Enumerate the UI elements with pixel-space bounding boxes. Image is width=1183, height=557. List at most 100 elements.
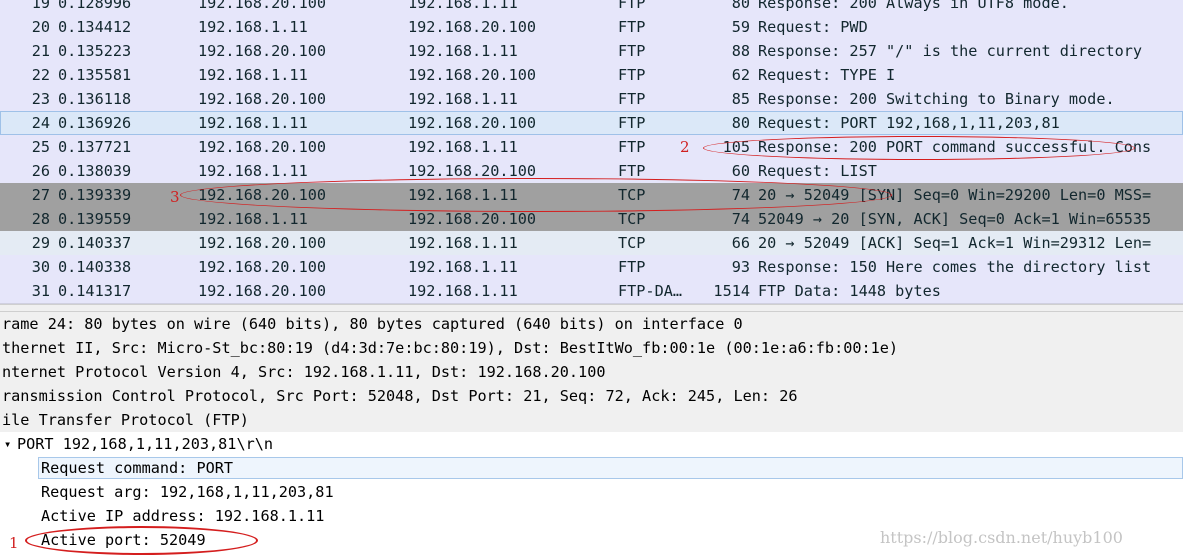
packet-proto: FTP [618, 258, 646, 276]
packet-src: 192.168.20.100 [198, 186, 327, 204]
packet-info: Response: 257 "/" is the current directo… [758, 42, 1143, 60]
detail-frame[interactable]: rame 24: 80 bytes on wire (640 bits), 80… [0, 312, 1183, 336]
packet-info: Response: 200 PORT command successful. C… [758, 138, 1152, 156]
pane-splitter[interactable] [0, 304, 1183, 312]
detail-active-ip[interactable]: Active IP address: 192.168.1.11 [0, 504, 1183, 528]
packet-row[interactable]: 29 0.140337 192.168.20.100 192.168.1.11 TCP 6… [0, 231, 1183, 255]
packet-src: 192.168.20.100 [198, 258, 327, 276]
packet-proto: FTP [618, 42, 646, 60]
packet-time: 0.139339 [58, 186, 132, 204]
packet-time: 0.135223 [58, 42, 132, 60]
packet-proto: TCP [618, 186, 646, 204]
packet-no: 27 [31, 186, 50, 204]
packet-dst: 192.168.1.11 [408, 42, 518, 60]
packet-info: Request: PWD [758, 18, 868, 36]
packet-dst: 192.168.1.11 [408, 186, 518, 204]
packet-src: 192.168.1.11 [198, 210, 308, 228]
packet-len: 88 [731, 42, 750, 60]
packet-src: 192.168.1.11 [198, 18, 308, 36]
watermark: https://blog.csdn.net/huyb100 [880, 528, 1123, 547]
packet-dst: 192.168.1.11 [408, 90, 518, 108]
packet-time: 0.141317 [58, 282, 132, 300]
detail-request-arg[interactable]: Request arg: 192,168,1,11,203,81 [0, 480, 1183, 504]
packet-row[interactable]: 26 0.138039 192.168.1.11 192.168.20.100 FTP 6… [0, 159, 1183, 183]
packet-row[interactable]: 24 0.136926 192.168.1.11 192.168.20.100 FTP 8… [0, 111, 1183, 135]
packet-src: 192.168.20.100 [198, 234, 327, 252]
packet-no: 19 [31, 0, 50, 12]
packet-src: 192.168.1.11 [198, 162, 308, 180]
packet-len: 74 [731, 186, 750, 204]
packet-src: 192.168.20.100 [198, 90, 327, 108]
expand-arrow-icon[interactable]: ▾ [4, 432, 11, 456]
packet-len: 85 [731, 90, 750, 108]
detail-port-line[interactable]: ▾ PORT 192,168,1,11,203,81\r\n [0, 432, 1183, 456]
packet-dst: 192.168.20.100 [408, 18, 537, 36]
detail-active-port-text: Active port: 52049 [41, 531, 206, 549]
packet-len: 59 [731, 18, 750, 36]
packet-dst: 192.168.1.11 [408, 138, 518, 156]
packet-len: 80 [731, 114, 750, 132]
packet-proto: FTP-DA… [618, 282, 683, 300]
packet-src: 192.168.20.100 [198, 0, 327, 12]
packet-len: 74 [731, 210, 750, 228]
packet-time: 0.134412 [58, 18, 132, 36]
packet-proto: FTP [618, 0, 646, 12]
detail-request-command-text: Request command: PORT [41, 459, 234, 477]
packet-row[interactable]: 20 0.134412 192.168.1.11 192.168.20.100 FTP 5… [0, 15, 1183, 39]
packet-dst: 192.168.20.100 [408, 162, 537, 180]
packet-info: Request: TYPE I [758, 66, 896, 84]
packet-len: 62 [731, 66, 750, 84]
annotation-label-3: 3 [170, 188, 180, 206]
detail-ethernet[interactable]: thernet II, Src: Micro-St_bc:80:19 (d4:3… [0, 336, 1183, 360]
packet-proto: FTP [618, 138, 646, 156]
packet-row[interactable]: 19 0.128996 192.168.20.100 192.168.1.11 FTP 8… [0, 0, 1183, 15]
packet-time: 0.128996 [58, 0, 132, 12]
packet-no: 23 [31, 90, 50, 108]
packet-proto: FTP [618, 66, 646, 84]
packet-info: 52049 → 20 [SYN, ACK] Seq=0 Ack=1 Win=65… [758, 210, 1152, 228]
packet-time: 0.140338 [58, 258, 132, 276]
packet-no: 31 [31, 282, 50, 300]
packet-proto: FTP [618, 162, 646, 180]
packet-len: 93 [731, 258, 750, 276]
packet-dst: 192.168.1.11 [408, 258, 518, 276]
packet-time: 0.136926 [58, 114, 132, 132]
packet-src: 192.168.20.100 [198, 282, 327, 300]
packet-info: Response: 200 Always in UTF8 mode. [758, 0, 1069, 12]
detail-frame-text: rame 24: 80 bytes on wire (640 bits), 80… [2, 315, 743, 333]
packet-dst: 192.168.20.100 [408, 114, 537, 132]
packet-no: 20 [31, 18, 50, 36]
packet-len: 105 [722, 138, 750, 156]
packet-dst: 192.168.1.11 [408, 234, 518, 252]
packet-row[interactable]: 23 0.136118 192.168.20.100 192.168.1.11 FTP 8… [0, 87, 1183, 111]
detail-tcp[interactable]: ransmission Control Protocol, Src Port: … [0, 384, 1183, 408]
detail-ftp[interactable]: ile Transfer Protocol (FTP) [0, 408, 1183, 432]
packet-proto: FTP [618, 90, 646, 108]
detail-tcp-text: ransmission Control Protocol, Src Port: … [2, 387, 798, 405]
packet-len: 80 [731, 0, 750, 12]
packet-no: 25 [31, 138, 50, 156]
packet-list[interactable]: 19 0.128996 192.168.20.100 192.168.1.11 FTP 8… [0, 0, 1183, 304]
packet-len: 66 [731, 234, 750, 252]
packet-src: 192.168.20.100 [198, 42, 327, 60]
packet-info: Response: 200 Switching to Binary mode. [758, 90, 1115, 108]
packet-row[interactable]: 25 0.137721 192.168.20.100 192.168.1.11 FTP 1… [0, 135, 1183, 159]
packet-row[interactable]: 28 0.139559 192.168.1.11 192.168.20.100 TCP 7… [0, 207, 1183, 231]
packet-row[interactable]: 30 0.140338 192.168.20.100 192.168.1.11 FTP 9… [0, 255, 1183, 279]
detail-active-ip-text: Active IP address: 192.168.1.11 [41, 507, 325, 525]
packet-proto: TCP [618, 210, 646, 228]
detail-request-command[interactable]: Request command: PORT [0, 456, 1183, 480]
packet-time: 0.140337 [58, 234, 132, 252]
packet-src: 192.168.1.11 [198, 114, 308, 132]
packet-row[interactable]: 21 0.135223 192.168.20.100 192.168.1.11 FTP 8… [0, 39, 1183, 63]
packet-time: 0.135581 [58, 66, 132, 84]
detail-ip[interactable]: nternet Protocol Version 4, Src: 192.168… [0, 360, 1183, 384]
packet-row[interactable]: 22 0.135581 192.168.1.11 192.168.20.100 FTP 6… [0, 63, 1183, 87]
packet-no: 24 [31, 114, 50, 132]
detail-ip-text: nternet Protocol Version 4, Src: 192.168… [2, 363, 606, 381]
packet-row[interactable]: 31 0.141317 192.168.20.100 192.168.1.11 FTP-… [0, 279, 1183, 304]
packet-src: 192.168.1.11 [198, 66, 308, 84]
packet-info: FTP Data: 1448 bytes [758, 282, 941, 300]
packet-no: 21 [31, 42, 50, 60]
packet-no: 29 [31, 234, 50, 252]
